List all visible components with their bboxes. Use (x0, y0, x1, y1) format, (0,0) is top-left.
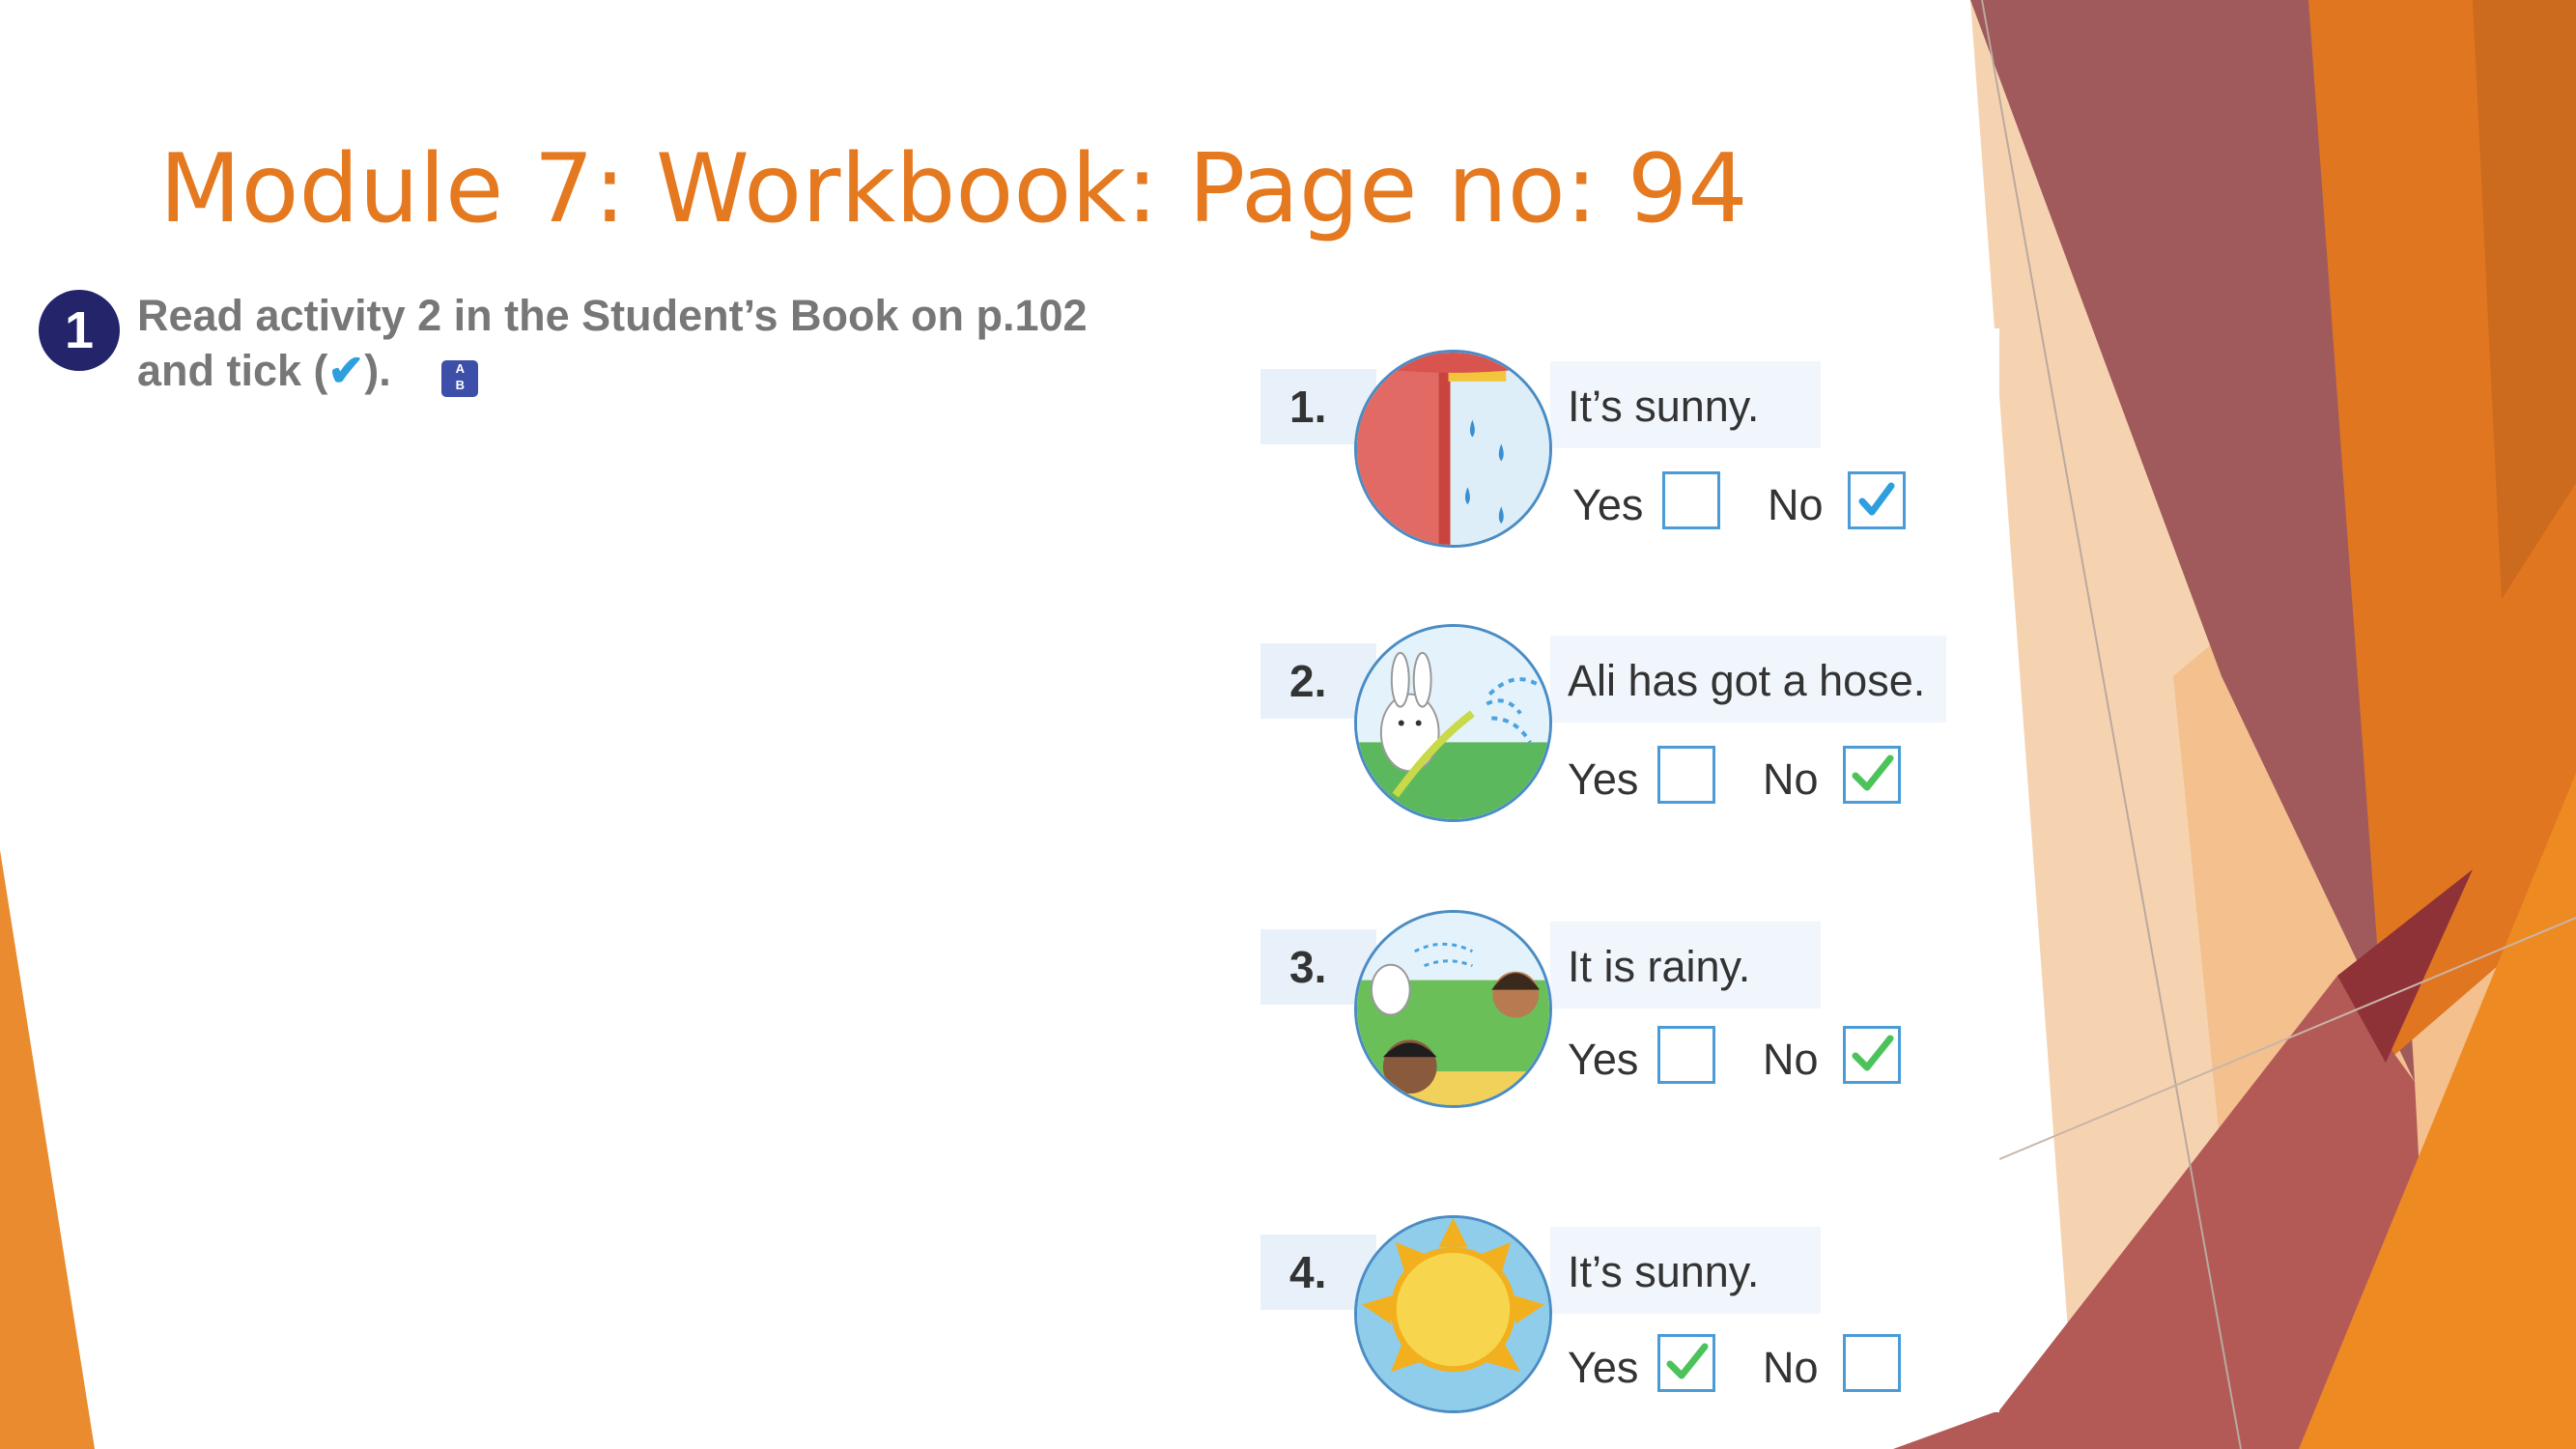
rabbit-hose-icon (1354, 624, 1552, 822)
no-label: No (1763, 1343, 1819, 1392)
no-label: No (1763, 754, 1819, 804)
yes-checkbox[interactable] (1662, 471, 1720, 529)
green-check-icon (1852, 1035, 1894, 1071)
slide-title: Module 7: Workbook: Page no: 94 (159, 134, 1748, 244)
left-orange-facet (0, 850, 95, 1449)
activity-number-badge: 1 (39, 290, 120, 371)
yes-label: Yes (1572, 480, 1644, 529)
tick-symbol: ✔ (327, 346, 365, 395)
no-label: No (1763, 1035, 1819, 1084)
exercise-item-1: 1. It’s sunny. Yes No (1260, 350, 1975, 562)
no-checkbox[interactable] (1848, 471, 1906, 529)
children-garden-icon (1354, 910, 1552, 1108)
exercise-item-2: 2. Ali has got a hose. Yes No (1260, 624, 1975, 837)
instruction-line-2-end: ). (364, 346, 391, 395)
ab-icon: AB (441, 360, 479, 397)
yes-label: Yes (1568, 1035, 1639, 1084)
green-check-icon (1852, 754, 1894, 791)
no-checkbox[interactable] (1843, 746, 1901, 804)
yes-checkbox[interactable] (1657, 1026, 1715, 1084)
item-sentence: It’s sunny. (1568, 382, 1760, 431)
yes-checkbox[interactable] (1657, 1334, 1715, 1392)
no-checkbox[interactable] (1843, 1334, 1901, 1392)
no-checkbox[interactable] (1843, 1026, 1901, 1084)
green-check-icon (1666, 1343, 1709, 1379)
exercise-item-4: 4. It’s sunny. Yes No (1260, 1215, 1975, 1428)
item-sentence: It’s sunny. (1568, 1247, 1760, 1296)
exercise-item-3: 3. It is rainy. Yes No (1260, 910, 1975, 1122)
yes-label: Yes (1568, 754, 1639, 804)
instruction-line-2-start: and tick ( (137, 346, 328, 395)
instruction-text: Read activity 2 in the Student’s Book on… (137, 288, 1200, 398)
yes-label: Yes (1568, 1343, 1639, 1392)
rain-window-icon (1354, 350, 1552, 548)
instruction-line-1: Read activity 2 in the Student’s Book on… (137, 291, 1088, 340)
item-sentence: Ali has got a hose. (1568, 656, 1926, 705)
item-sentence: It is rainy. (1568, 942, 1751, 991)
blue-check-icon (1858, 482, 1895, 516)
sun-icon (1354, 1215, 1552, 1413)
yes-checkbox[interactable] (1657, 746, 1715, 804)
no-label: No (1768, 480, 1824, 529)
